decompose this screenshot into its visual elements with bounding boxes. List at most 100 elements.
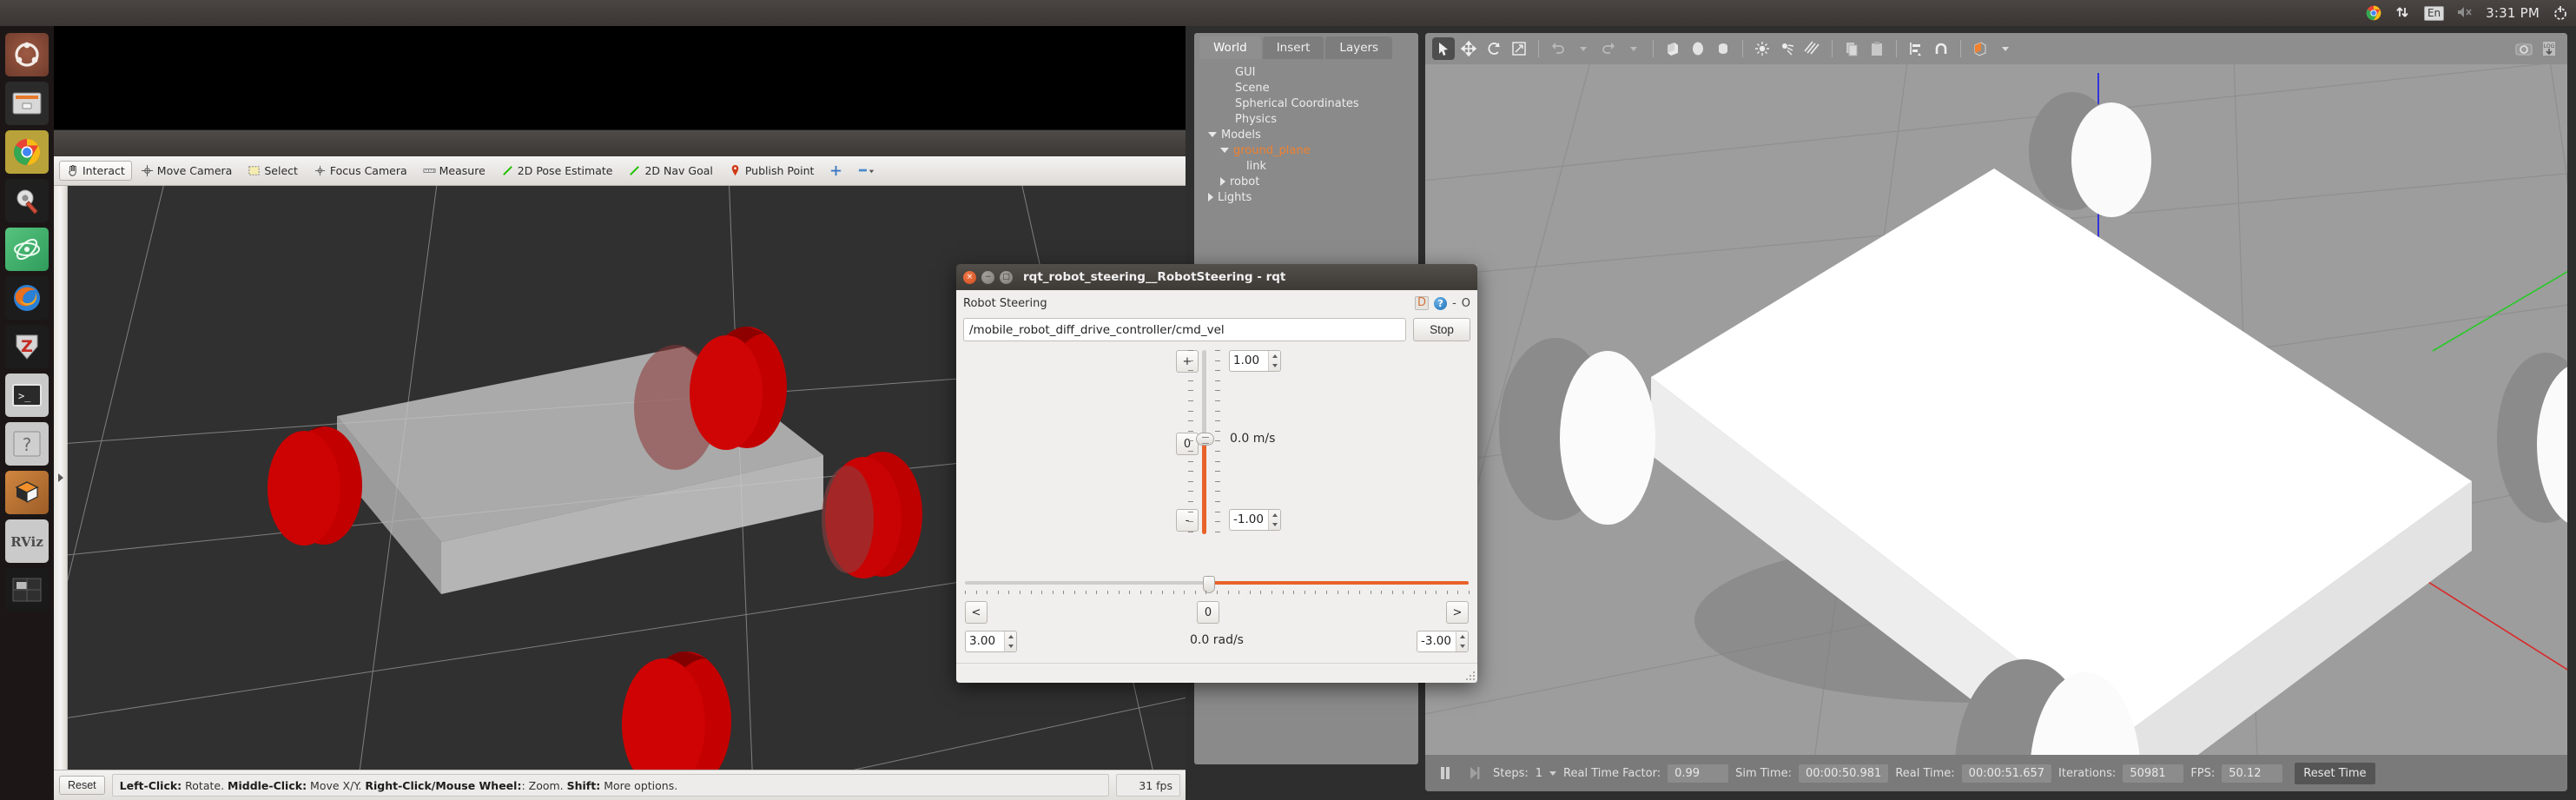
tab-insert[interactable]: Insert	[1262, 36, 1324, 59]
gazebo-log-record-button[interactable]: LOG	[2538, 37, 2560, 60]
power-gear-icon[interactable]	[2552, 4, 2569, 22]
gazebo-select-mode-button[interactable]	[1432, 37, 1455, 60]
tab-world[interactable]: World	[1199, 36, 1261, 59]
chevron-down-icon[interactable]	[1208, 132, 1217, 137]
spin-down-icon[interactable]	[1456, 642, 1468, 652]
gazebo-undo-button[interactable]	[1547, 37, 1569, 60]
spin-up-icon[interactable]	[1269, 510, 1280, 520]
gazebo-rotate-mode-button[interactable]	[1483, 37, 1505, 60]
network-updown-icon[interactable]	[2394, 4, 2412, 22]
launcher-item-firefox[interactable]	[5, 276, 49, 320]
gazebo-directional-light-button[interactable]	[1801, 37, 1824, 60]
help-icon[interactable]: ?	[1434, 296, 1448, 310]
tree-item-ground-plane[interactable]: ground_plane	[1203, 142, 1410, 158]
gazebo-spot-light-button[interactable]	[1776, 37, 1799, 60]
gazebo-align-button[interactable]	[1905, 37, 1927, 60]
launcher-item-files[interactable]	[5, 82, 49, 125]
rviz-tool-interact[interactable]: Interact	[59, 161, 132, 181]
rviz-tool-remove[interactable]	[851, 161, 878, 181]
launcher-item-gazebo[interactable]	[5, 471, 49, 514]
volume-muted-icon[interactable]	[2456, 4, 2474, 22]
minimize-plugin-icon[interactable]: -	[1452, 297, 1456, 310]
cmd-vel-topic-input[interactable]	[963, 318, 1406, 341]
spin-up-icon[interactable]	[1005, 631, 1016, 642]
rviz-tool-2d-pose-estimate[interactable]: 2D Pose Estimate	[494, 161, 620, 181]
dock-widget-icon[interactable]: D	[1415, 296, 1430, 310]
clock[interactable]: 3:31 PM	[2486, 5, 2540, 21]
gazebo-redo-menu-button[interactable]	[1622, 37, 1645, 60]
tree-item-scene[interactable]: Scene	[1203, 80, 1410, 96]
minimize-window-button[interactable]: −	[981, 270, 994, 284]
gazebo-view-angle-button[interactable]	[1969, 37, 1991, 60]
linear-max-spinbox[interactable]: 1.00	[1229, 350, 1281, 372]
rviz-tool-measure[interactable]: Measure	[416, 161, 492, 181]
rviz-tool-focus-camera[interactable]: Focus Camera	[307, 161, 414, 181]
gazebo-redo-button[interactable]	[1597, 37, 1620, 60]
close-window-button[interactable]: ×	[963, 270, 976, 284]
linear-min-spinbox[interactable]: -1.00	[1229, 509, 1281, 531]
angular-right-button[interactable]: >	[1446, 601, 1469, 624]
rviz-tool-2d-nav-goal[interactable]: 2D Nav Goal	[621, 161, 719, 181]
angular-slider[interactable]	[965, 576, 1469, 593]
rqt-titlebar[interactable]: × − □ rqt_robot_steering__RobotSteering …	[956, 264, 1477, 290]
angular-min-spinbox[interactable]: -3.00	[1417, 631, 1469, 652]
chevron-down-icon[interactable]	[1220, 148, 1229, 153]
rviz-tool-select[interactable]: Select	[241, 161, 305, 181]
angular-max-spinbox[interactable]: 3.00	[965, 631, 1017, 652]
spinbox-arrows[interactable]	[1268, 351, 1280, 371]
chrome-icon[interactable]	[2365, 4, 2382, 22]
launcher-item-chrome[interactable]	[5, 130, 49, 174]
launcher-item-help[interactable]: ?	[5, 422, 49, 466]
launcher-item-workspace-switcher[interactable]	[5, 568, 49, 612]
spinbox-arrows[interactable]	[1456, 631, 1468, 651]
spinbox-arrows[interactable]	[1004, 631, 1016, 651]
angular-left-button[interactable]: <	[965, 601, 987, 624]
gazebo-copy-button[interactable]	[1840, 37, 1863, 60]
rviz-tool-add[interactable]	[822, 161, 849, 181]
launcher-item-zotero[interactable]: Z	[5, 325, 49, 368]
gazebo-screenshot-button[interactable]	[2513, 37, 2535, 60]
spin-down-icon[interactable]	[1269, 520, 1280, 531]
gazebo-reset-time-button[interactable]: Reset Time	[2295, 762, 2375, 784]
linear-increase-button[interactable]: +	[1176, 350, 1199, 373]
linear-slider-handle[interactable]	[1196, 433, 1214, 446]
gazebo-translate-mode-button[interactable]	[1457, 37, 1480, 60]
tree-item-robot[interactable]: robot	[1203, 174, 1410, 189]
tree-item-link[interactable]: link	[1203, 158, 1410, 174]
tree-item-physics[interactable]: Physics	[1203, 111, 1410, 127]
gazebo-step-button[interactable]	[1463, 762, 1486, 784]
spin-down-icon[interactable]	[1269, 361, 1280, 372]
gazebo-undo-menu-button[interactable]	[1572, 37, 1595, 60]
keyboard-layout-indicator[interactable]: En	[2423, 5, 2445, 21]
gazebo-scale-mode-button[interactable]	[1508, 37, 1530, 60]
spin-down-icon[interactable]	[1005, 642, 1016, 652]
tab-layers[interactable]: Layers	[1325, 36, 1393, 59]
launcher-item-ubuntu-dash[interactable]	[5, 33, 49, 76]
rviz-panel-splitter[interactable]	[54, 186, 68, 770]
angular-zero-button[interactable]: 0	[1197, 601, 1219, 624]
gazebo-paste-button[interactable]	[1866, 37, 1888, 60]
gazebo-point-light-button[interactable]	[1751, 37, 1773, 60]
rviz-tool-move-camera[interactable]: Move Camera	[134, 161, 240, 181]
spin-up-icon[interactable]	[1269, 351, 1280, 361]
steps-value[interactable]: 1	[1536, 767, 1542, 780]
spinbox-arrows[interactable]	[1268, 510, 1280, 530]
tree-item-lights[interactable]: Lights	[1203, 189, 1410, 205]
linear-zero-button[interactable]: 0	[1176, 433, 1199, 455]
gazebo-pause-button[interactable]	[1434, 762, 1456, 784]
tree-item-gui[interactable]: GUI	[1203, 64, 1410, 80]
gazebo-snap-button[interactable]	[1930, 37, 1952, 60]
launcher-item-atom[interactable]	[5, 228, 49, 271]
maximize-window-button[interactable]: □	[1000, 270, 1013, 284]
tree-item-spherical-coordinates[interactable]: Spherical Coordinates	[1203, 96, 1410, 111]
steps-dropdown-icon[interactable]	[1549, 770, 1557, 776]
chevron-right-icon[interactable]	[1208, 193, 1213, 202]
launcher-item-rviz[interactable]: RViz	[5, 519, 49, 563]
spin-up-icon[interactable]	[1456, 631, 1468, 642]
chevron-right-icon[interactable]	[1220, 177, 1225, 186]
launcher-item-settings[interactable]	[5, 179, 49, 222]
gazebo-insert-cylinder-button[interactable]	[1712, 37, 1734, 60]
tree-item-models[interactable]: Models	[1203, 127, 1410, 142]
gazebo-view-angle-menu-button[interactable]	[1994, 37, 2017, 60]
rviz-titlebar[interactable]	[54, 130, 1186, 156]
